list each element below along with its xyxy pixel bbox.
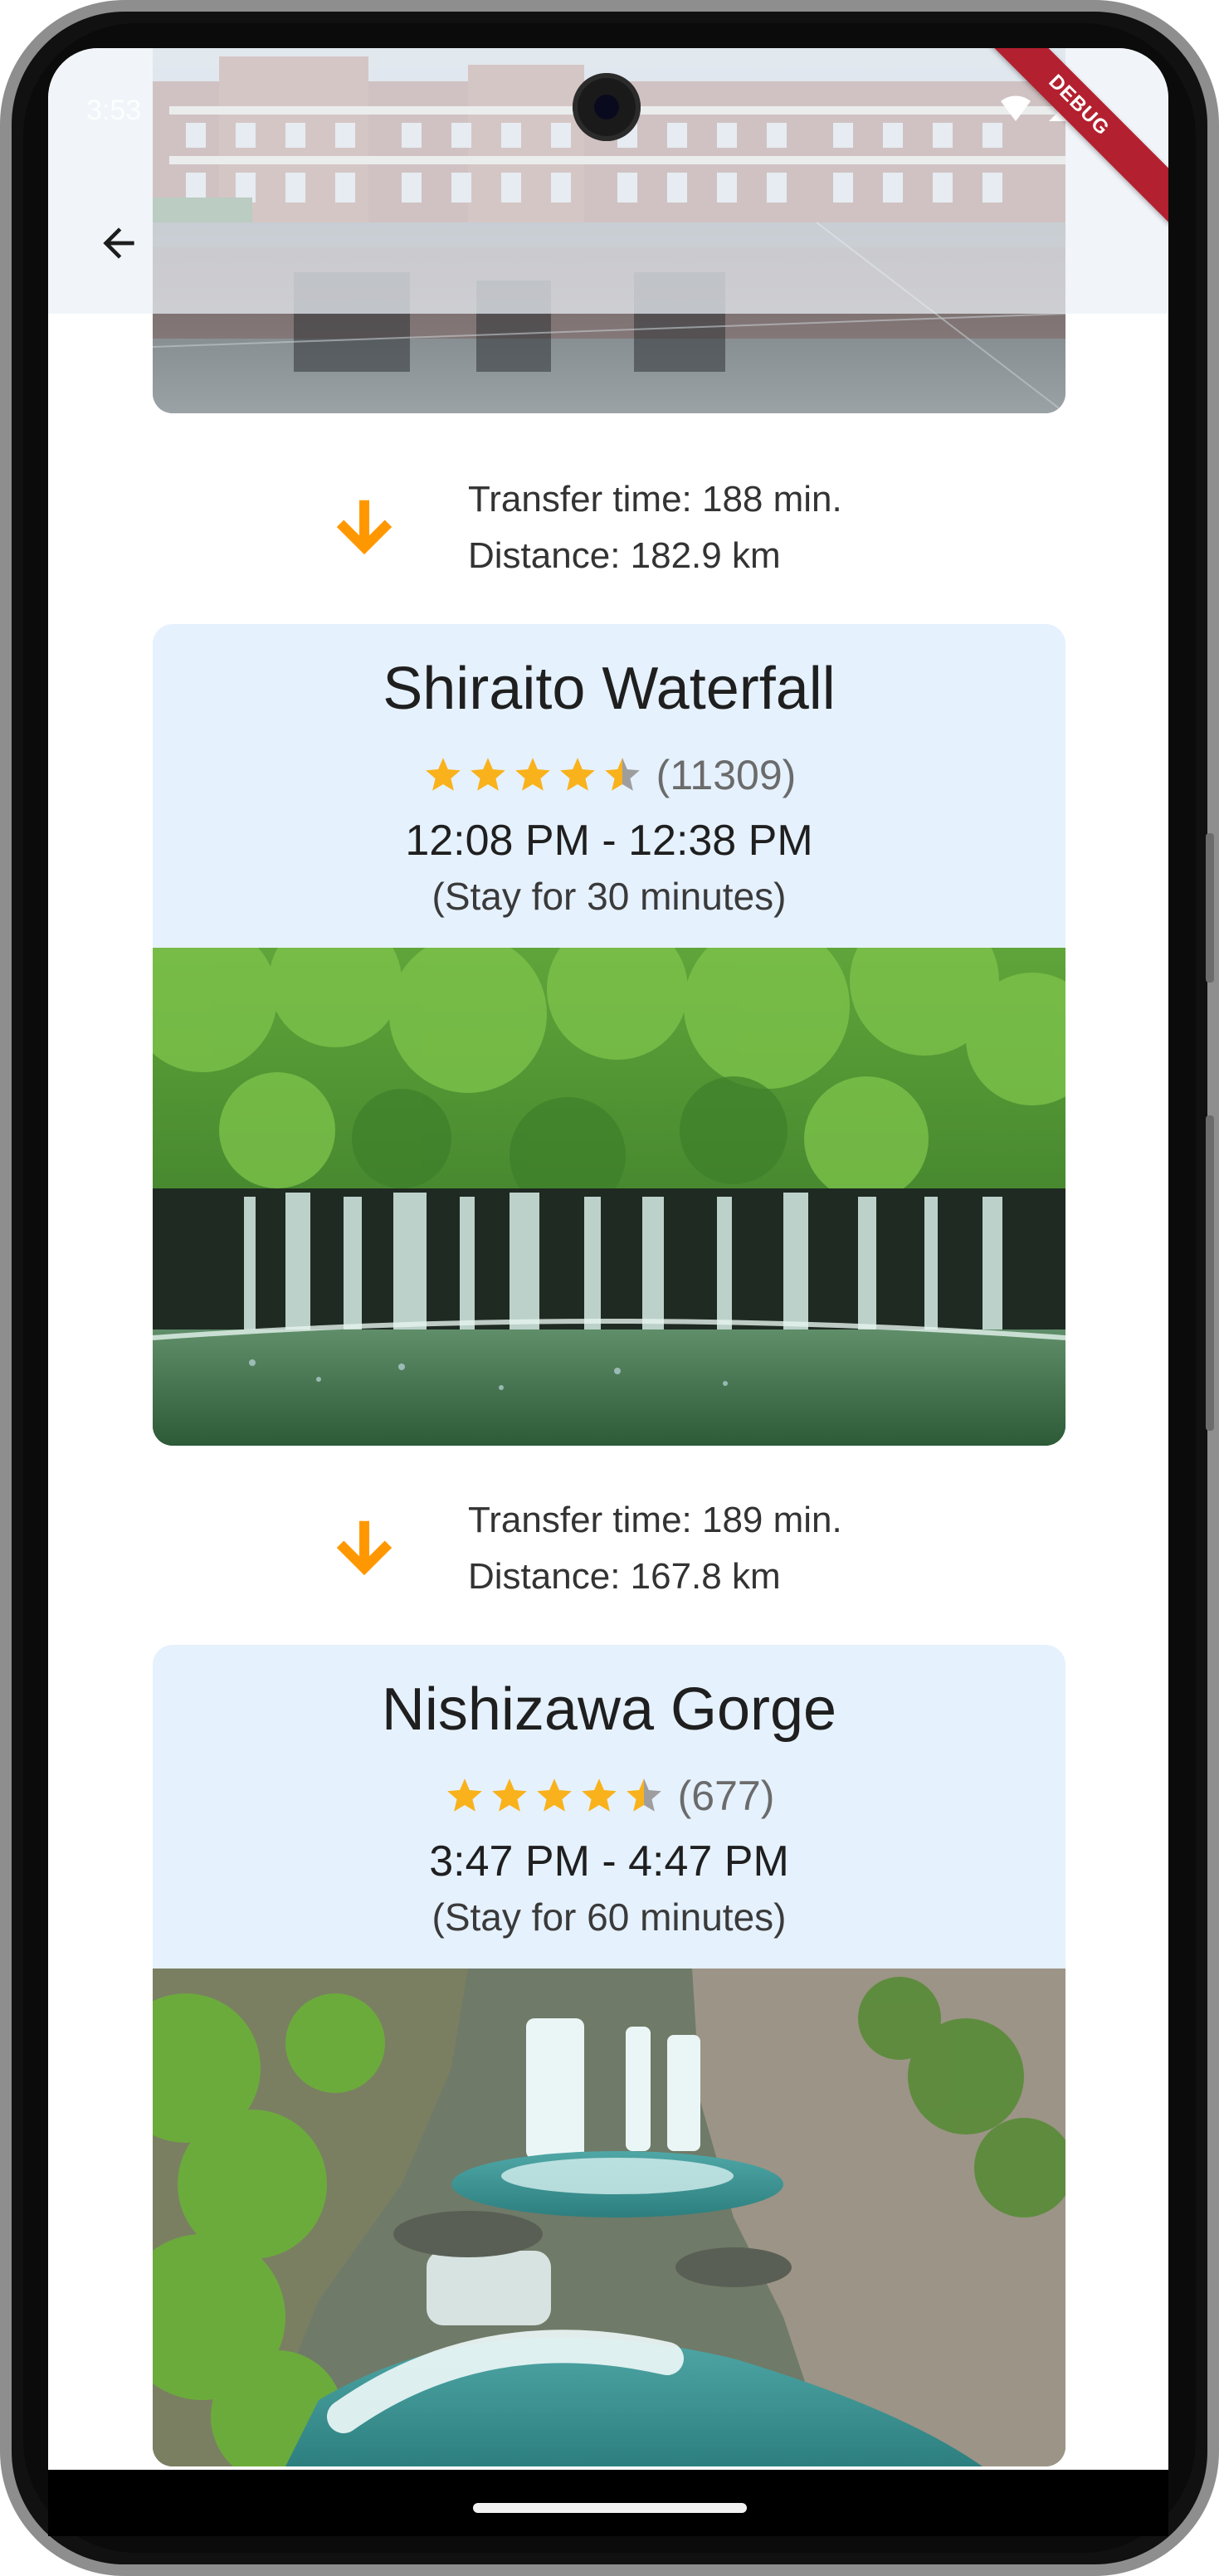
back-arrow-icon bbox=[103, 227, 134, 259]
star-icon bbox=[425, 758, 461, 791]
spot-photo bbox=[153, 948, 1065, 1446]
star-rating bbox=[422, 754, 643, 796]
star-icon bbox=[491, 1778, 527, 1812]
star-icon bbox=[559, 758, 595, 791]
star-icon bbox=[514, 758, 550, 791]
visit-time-range: 3:47 PM - 4:47 PM bbox=[429, 1837, 789, 1886]
transfer-time: Transfer time: 188 min. bbox=[468, 479, 842, 520]
back-button[interactable] bbox=[90, 214, 148, 272]
star-icon bbox=[581, 1778, 617, 1812]
transfer-distance: Distance: 167.8 km bbox=[468, 1556, 781, 1597]
star-icon bbox=[446, 1778, 482, 1812]
stay-duration: (Stay for 30 minutes) bbox=[432, 875, 787, 918]
down-arrow-icon bbox=[336, 500, 393, 555]
wifi-icon bbox=[1001, 95, 1031, 121]
rating-row: (677) bbox=[153, 1771, 1065, 1821]
spot-name: Shiraito Waterfall bbox=[383, 656, 836, 722]
app-screen: 3:53 DEBUG Transfer time: 188 min. Dista… bbox=[48, 48, 1168, 2470]
down-arrow-icon bbox=[336, 1520, 393, 1576]
star-icon bbox=[470, 758, 505, 791]
transfer-distance: Distance: 182.9 km bbox=[468, 535, 781, 576]
spot-name: Nishizawa Gorge bbox=[381, 1676, 837, 1743]
device: 3:53 DEBUG Transfer time: 188 min. Dista… bbox=[0, 0, 1219, 2576]
half-star-icon bbox=[626, 1778, 661, 1812]
review-count: (677) bbox=[677, 1773, 775, 1819]
half-star-icon bbox=[604, 758, 640, 791]
status-time: 3:53 bbox=[86, 95, 142, 126]
stay-duration: (Stay for 60 minutes) bbox=[432, 1895, 787, 1939]
visit-time-range: 12:08 PM - 12:38 PM bbox=[405, 817, 813, 865]
front-camera bbox=[573, 73, 641, 141]
spot-card[interactable]: Nishizawa Gorge (677) 3:47 PM - 4:47 PM … bbox=[153, 1645, 1065, 2466]
star-icon bbox=[536, 1778, 572, 1812]
home-indicator[interactable] bbox=[473, 2503, 747, 2513]
spot-photo bbox=[153, 1969, 1065, 2466]
transfer-info: Transfer time: 189 min. Distance: 167.8 … bbox=[48, 1492, 1168, 1600]
rating-row: (11309) bbox=[153, 750, 1065, 800]
spot-card[interactable]: Shiraito Waterfall (11309) 12:08 PM - 12… bbox=[153, 624, 1065, 1446]
transfer-time: Transfer time: 189 min. bbox=[468, 1500, 842, 1540]
power-button bbox=[1206, 1115, 1214, 1431]
volume-button bbox=[1206, 833, 1214, 983]
star-rating bbox=[444, 1775, 665, 1817]
transfer-info: Transfer time: 188 min. Distance: 182.9 … bbox=[48, 471, 1168, 579]
review-count: (11309) bbox=[656, 752, 797, 798]
